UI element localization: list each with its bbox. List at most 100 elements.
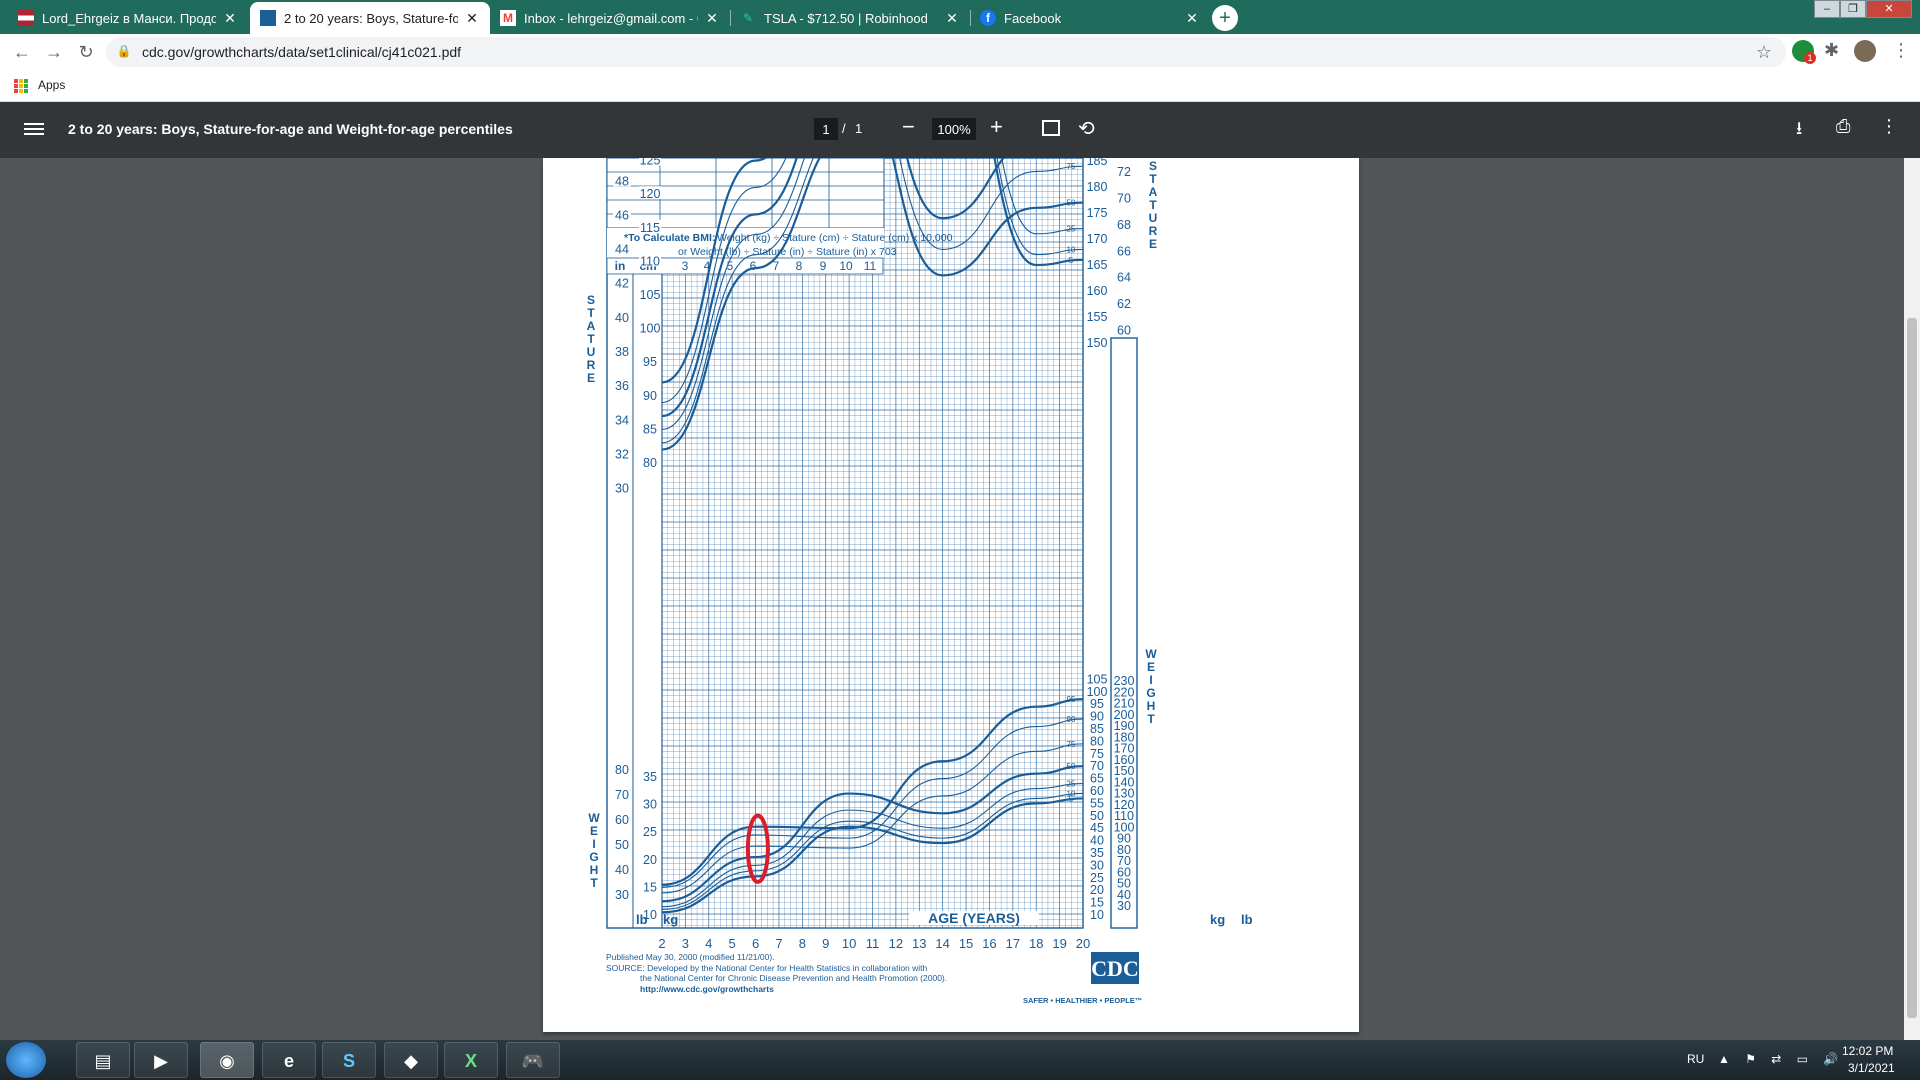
weight-lb-tick: 30 [615,888,629,902]
system-tray-icons[interactable]: ▲ ⚑ ⇄ ▭ 🔊 [1718,1052,1844,1066]
lock-icon[interactable]: 🔒 [116,44,132,60]
weight-right-kg-tick: 40 [1090,834,1104,848]
maximize-button[interactable]: ❐ [1840,0,1866,18]
apps-bookmark[interactable]: Apps [38,78,65,92]
stature-in-tick: 30 [615,482,629,496]
stature-cm-tick: 80 [643,456,657,470]
stature-right-in-tick: 66 [1117,244,1131,258]
weight-label-right: G [1146,686,1155,700]
minimize-button[interactable]: – [1814,0,1840,18]
stature-in-tick: 44 [615,243,629,257]
weight-right-kg-tick: 65 [1090,772,1104,786]
vpn-icon[interactable]: ◆ [384,1042,438,1078]
age-tick: 10 [842,936,856,951]
stature-cm-tick: 85 [643,422,657,436]
extension-badge: 1 [1804,52,1816,64]
stature-right-cm-tick: 185 [1087,158,1108,168]
tab-gmail-inbox[interactable]: M Inbox - lehrgeiz@gmail.com - Gr ✕ [490,2,730,34]
language-indicator[interactable]: RU [1687,1052,1704,1066]
tab-robinhood[interactable]: ✎ TSLA - $712.50 | Robinhood ✕ [730,2,970,34]
footer-url[interactable]: http://www.cdc.gov/growthcharts [640,984,774,994]
close-icon[interactable]: ✕ [464,10,480,27]
menu-icon[interactable] [24,120,44,140]
download-icon[interactable]: ⭳ [1796,116,1802,146]
weight-right-kg-tick: 90 [1090,710,1104,724]
print-icon[interactable]: ⎙ [1836,116,1850,137]
weight-right-kg-tick: 50 [1090,809,1104,823]
edge-icon[interactable]: e [262,1042,316,1078]
clock-time[interactable]: 12:02 PM [1842,1044,1893,1058]
reload-icon[interactable]: ↻ [74,40,98,64]
tab-facebook[interactable]: f Facebook ✕ [970,2,1210,34]
chrome-icon[interactable]: ◉ [200,1042,254,1078]
stature-cm-tick: 110 [640,254,660,268]
fit-page-icon[interactable] [1042,120,1060,136]
puzzle-icon[interactable]: ✱ [1824,40,1839,61]
weight-right-kg-tick: 105 [1087,672,1108,686]
weight-right-kg-tick: 55 [1090,796,1104,810]
stature-in-tick: 34 [615,413,629,427]
zoom-in-button[interactable]: + [990,114,1003,140]
gamepad-icon[interactable]: 🎮 [506,1042,560,1078]
weight-right-kg-tick: 100 [1087,685,1108,699]
tab-cdc-growth-chart[interactable]: 2 to 20 years: Boys, Stature-for-a ✕ [250,2,490,34]
excel-icon[interactable]: X [444,1042,498,1078]
age-tick: 12 [889,936,903,951]
footer-published: Published May 30, 2000 (modified 11/21/0… [606,952,775,962]
weight-right-kg-tick: 35 [1090,846,1104,860]
weight-percentile-label-50: 50 [1067,762,1076,771]
close-icon[interactable]: ✕ [704,10,720,27]
age-tick: 15 [959,936,973,951]
zoom-input[interactable] [932,118,976,140]
forward-icon[interactable]: → [42,40,66,64]
bookmarks-bar: Apps [0,70,1920,102]
explorer-icon[interactable]: ▤ [76,1042,130,1078]
avatar[interactable] [1854,40,1876,62]
unit-kg-right: kg [1210,912,1225,927]
weight-label-right: E [1147,660,1155,674]
tab-lord-ehrgeiz[interactable]: Lord_Ehrgeiz в Манси. Продолж ✕ [8,2,248,34]
close-icon[interactable]: ✕ [944,10,960,27]
more-vert-icon[interactable]: ⋮ [1892,40,1910,61]
stature-label-right: A [1149,185,1158,199]
stature-right-cm-tick: 150 [1087,336,1108,350]
close-icon[interactable]: ✕ [1184,10,1200,27]
bmi-header-cell: 10 [839,259,853,273]
url-text[interactable]: cdc.gov/growthcharts/data/set1clinical/c… [142,44,461,60]
page-number-input[interactable] [814,118,838,140]
weight-label-right: T [1147,712,1155,726]
age-tick: 20 [1076,936,1090,951]
bookmark-star-icon[interactable]: ☆ [1756,42,1772,63]
stature-right-cm-tick: 160 [1087,284,1108,298]
apps-grid-icon[interactable] [14,79,28,93]
bmi-note-line2: or Weight (lb) ÷ Stature (in) ÷ Stature … [678,246,897,258]
skype-icon[interactable]: S [322,1042,376,1078]
stature-percentile-label-25: 25 [1067,225,1076,234]
rotate-icon[interactable]: ⟲ [1078,116,1095,141]
stature-label-left: T [587,306,595,320]
address-bar[interactable]: 🔒 cdc.gov/growthcharts/data/set1clinical… [106,37,1786,67]
stature-in-tick: 42 [615,277,629,291]
media-player-icon[interactable]: ▶ [134,1042,188,1078]
weight-right-kg-tick: 10 [1090,908,1104,922]
start-button[interactable] [6,1042,46,1078]
scroll-thumb[interactable] [1907,318,1917,1018]
stature-in-tick: 38 [615,345,629,359]
back-icon[interactable]: ← [10,40,34,64]
stature-label-left: S [587,293,595,307]
bmi-header-cell: 11 [864,259,877,273]
more-vert-icon[interactable]: ⋮ [1880,116,1898,137]
close-window-button[interactable]: ✕ [1866,0,1912,18]
stature-label-right: T [1149,198,1157,212]
age-tick: 19 [1052,936,1066,951]
scrollbar[interactable] [1904,158,1920,1040]
clock-date[interactable]: 3/1/2021 [1848,1061,1895,1075]
close-icon[interactable]: ✕ [222,10,238,27]
pdf-viewer-area[interactable]: incm34567891011 808590951001051101151201… [0,158,1920,1040]
stature-percentile-label-5: 5 [1069,256,1074,265]
stature-cm-tick: 90 [643,389,657,403]
stature-in-tick: 32 [615,447,629,461]
stature-in-tick: 36 [615,379,629,393]
zoom-out-button[interactable]: − [902,114,915,140]
new-tab-button[interactable]: + [1212,5,1238,31]
